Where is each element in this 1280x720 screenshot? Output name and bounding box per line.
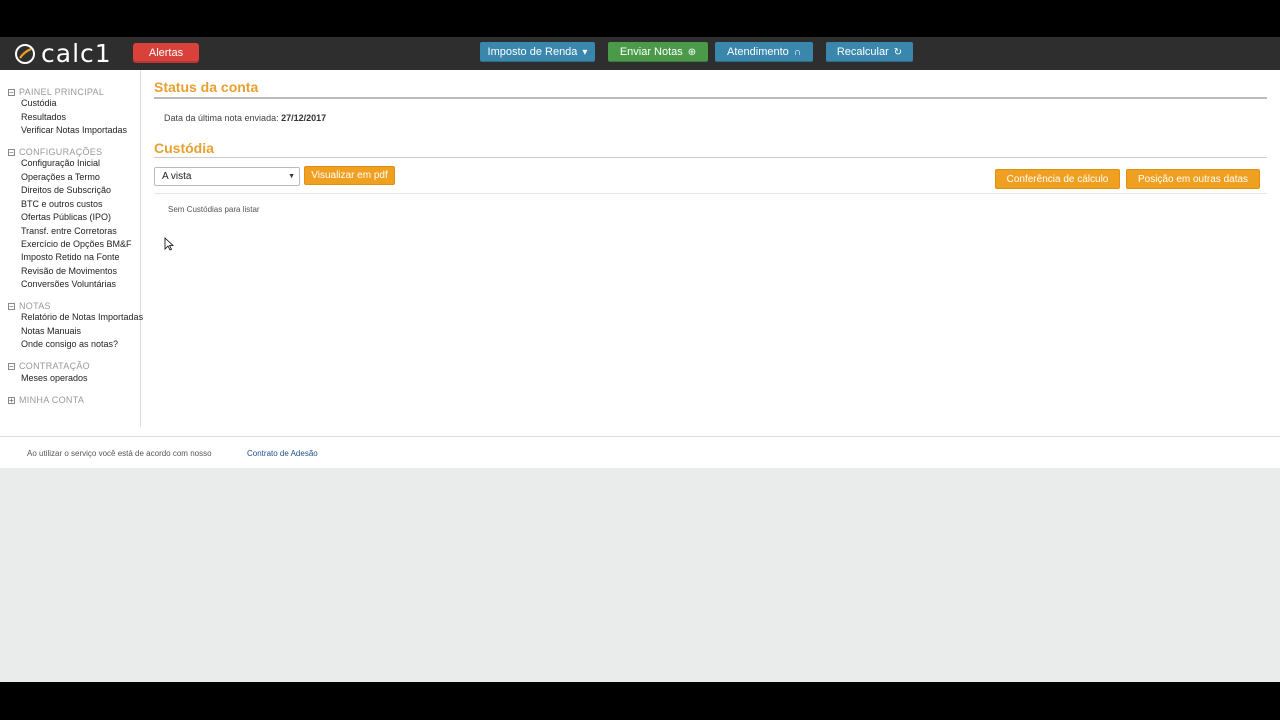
recalcular-button[interactable]: Recalcular ↻ bbox=[826, 42, 913, 62]
sidebar-section-contratacao[interactable]: − CONTRATAÇÃO bbox=[8, 361, 90, 371]
footer-text: Ao utilizar o serviço você está de acord… bbox=[27, 449, 212, 458]
logo-text: calc1 bbox=[41, 39, 112, 68]
sidebar-item-verificar-notas[interactable]: Verificar Notas Importadas bbox=[21, 125, 127, 135]
sidebar-item-custodia[interactable]: Custódia bbox=[21, 98, 57, 108]
sidebar-item-exercicio-opcoes[interactable]: Exercício de Opções BM&F bbox=[21, 239, 132, 249]
sidebar-item-ofertas-publicas[interactable]: Ofertas Públicas (IPO) bbox=[21, 212, 111, 222]
select-arrow-icon: ▼ bbox=[288, 173, 295, 180]
top-navbar: calc1 Alertas Imposto de Renda ▾ Enviar … bbox=[0, 37, 1280, 70]
arrow-circle-icon: ⊕ bbox=[687, 46, 697, 58]
sidebar-section-notas[interactable]: − NOTAS bbox=[8, 301, 51, 311]
sidebar-item-notas-manuais[interactable]: Notas Manuais bbox=[21, 326, 81, 336]
headset-icon: ∩ bbox=[793, 46, 801, 58]
logo-icon bbox=[15, 44, 35, 64]
sidebar-item-operacoes-termo[interactable]: Operações a Termo bbox=[21, 172, 100, 182]
sidebar-section-title: PAINEL PRINCIPAL bbox=[19, 87, 105, 97]
divider bbox=[154, 157, 1267, 158]
app-window: calc1 Alertas Imposto de Renda ▾ Enviar … bbox=[0, 37, 1280, 682]
sidebar-item-imposto-retido[interactable]: Imposto Retido na Fonte bbox=[21, 252, 120, 262]
enviar-notas-button[interactable]: Enviar Notas ⊕ bbox=[608, 42, 708, 62]
last-note-date: 27/12/2017 bbox=[281, 113, 327, 123]
last-note-label: Data da última nota enviada: bbox=[164, 113, 279, 123]
alerts-button[interactable]: Alertas bbox=[133, 43, 199, 63]
sidebar: − PAINEL PRINCIPAL Custódia Resultados V… bbox=[0, 70, 143, 427]
sidebar-section-title: CONTRATAÇÃO bbox=[19, 361, 90, 371]
sidebar-item-btc[interactable]: BTC e outros custos bbox=[21, 199, 103, 209]
status-title: Status da conta bbox=[154, 79, 259, 95]
conferencia-calculo-button[interactable]: Conferência de cálculo bbox=[995, 169, 1120, 189]
sidebar-item-onde-consigo-notas[interactable]: Onde consigo as notas? bbox=[21, 339, 118, 349]
recalcular-label: Recalcular bbox=[836, 46, 889, 58]
sidebar-section-title: NOTAS bbox=[19, 301, 51, 311]
divider bbox=[154, 193, 1267, 194]
collapse-icon[interactable]: − bbox=[8, 148, 15, 156]
enviar-notas-label: Enviar Notas bbox=[619, 46, 683, 58]
sidebar-item-meses-operados[interactable]: Meses operados bbox=[21, 373, 88, 383]
sidebar-section-painel-principal[interactable]: − PAINEL PRINCIPAL bbox=[8, 87, 104, 97]
sidebar-item-revisao-movimentos[interactable]: Revisão de Movimentos bbox=[21, 266, 117, 276]
atendimento-button[interactable]: Atendimento ∩ bbox=[715, 42, 813, 62]
custodia-title: Custódia bbox=[154, 140, 214, 156]
view-pdf-button[interactable]: Visualizar em pdf bbox=[304, 166, 395, 185]
logo[interactable]: calc1 bbox=[14, 39, 112, 68]
imposto-de-renda-label: Imposto de Renda bbox=[487, 46, 578, 58]
refresh-icon: ↻ bbox=[893, 46, 903, 58]
collapse-icon[interactable]: − bbox=[8, 88, 15, 96]
sidebar-section-minha-conta[interactable]: + MINHA CONTA bbox=[8, 395, 84, 405]
expand-icon[interactable]: + bbox=[8, 396, 15, 404]
letterbox-top bbox=[0, 0, 1280, 37]
mouse-cursor-icon bbox=[164, 237, 174, 251]
footer: Ao utilizar o serviço você está de acord… bbox=[0, 436, 1280, 468]
imposto-de-renda-button[interactable]: Imposto de Renda ▾ bbox=[480, 42, 595, 62]
posicao-outras-datas-button[interactable]: Posição em outras datas bbox=[1126, 169, 1260, 189]
contrato-adesao-link[interactable]: Contrato de Adesão bbox=[247, 449, 318, 458]
market-select[interactable]: A vista ▼ bbox=[154, 167, 300, 186]
sidebar-section-title: CONFIGURAÇÕES bbox=[19, 147, 103, 157]
status-line: Data da última nota enviada: 27/12/2017 bbox=[164, 113, 326, 123]
caret-down-icon: ▾ bbox=[582, 46, 588, 58]
divider bbox=[154, 97, 1267, 99]
sidebar-item-resultados[interactable]: Resultados bbox=[21, 112, 66, 122]
sidebar-item-configuracao-inicial[interactable]: Configuração Inicial bbox=[21, 158, 100, 168]
sidebar-item-relatorio-notas[interactable]: Relatório de Notas Importadas bbox=[21, 312, 143, 322]
content-area: − PAINEL PRINCIPAL Custódia Resultados V… bbox=[0, 70, 1280, 436]
sidebar-item-direitos-subscricao[interactable]: Direitos de Subscrição bbox=[21, 185, 111, 195]
market-select-value: A vista bbox=[162, 171, 192, 182]
sidebar-section-title: MINHA CONTA bbox=[19, 395, 85, 405]
sidebar-item-conversoes-voluntarias[interactable]: Conversões Voluntárias bbox=[21, 279, 116, 289]
sidebar-item-transf-corretoras[interactable]: Transf. entre Corretoras bbox=[21, 226, 117, 236]
letterbox-bottom bbox=[0, 682, 1280, 720]
empty-custodia-message: Sem Custódias para listar bbox=[168, 205, 260, 214]
atendimento-label: Atendimento bbox=[727, 46, 789, 58]
sidebar-section-configuracoes[interactable]: − CONFIGURAÇÕES bbox=[8, 147, 102, 157]
collapse-icon[interactable]: − bbox=[8, 362, 15, 370]
collapse-icon[interactable]: − bbox=[8, 302, 15, 310]
